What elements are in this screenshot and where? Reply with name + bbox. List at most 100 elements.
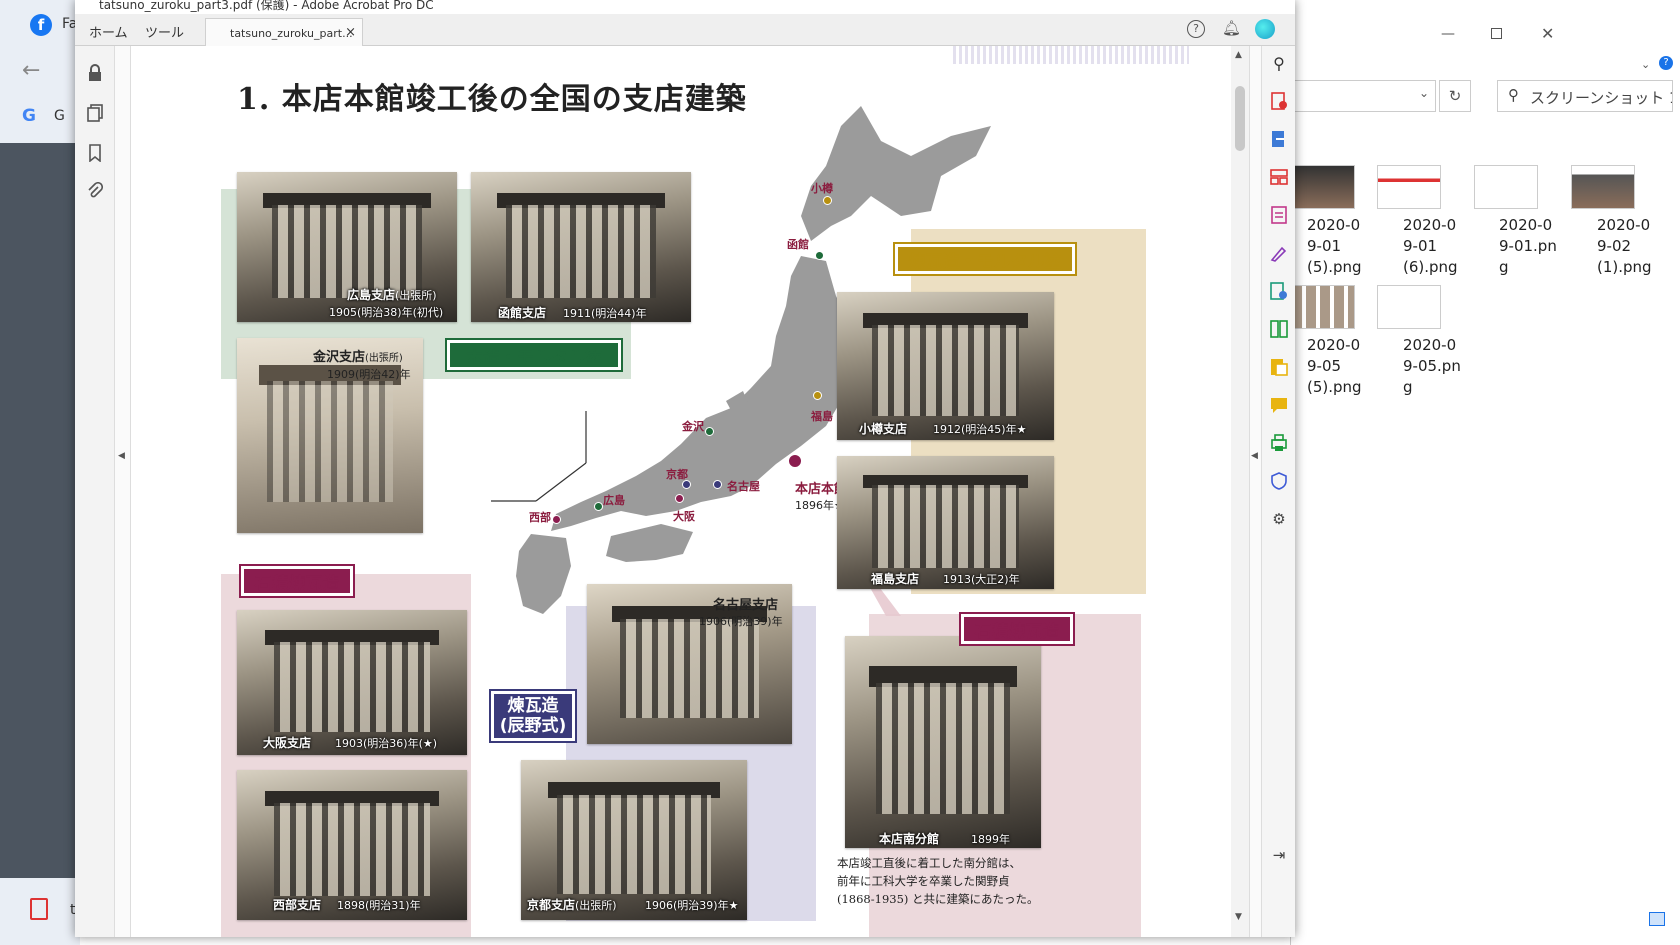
year-kanazawa: 1909(明治42)年 (327, 368, 411, 381)
map-label-saibu: 西部 (529, 511, 551, 524)
file-item[interactable]: 2020-0 9-01.pn g (1499, 215, 1579, 278)
fill-sign-icon[interactable] (1266, 240, 1292, 266)
address-bar[interactable] (1291, 80, 1436, 112)
map-label-kyoto: 京都 (666, 468, 688, 481)
print-production-icon[interactable] (1266, 430, 1292, 456)
kyushu-shape (516, 534, 571, 614)
export-pdf-icon[interactable] (1266, 126, 1292, 152)
tag-stone-brick-right: 石積煉瓦造 (959, 612, 1075, 646)
menu-home[interactable]: ホーム (89, 22, 128, 41)
view-toggle-icon[interactable] (1649, 912, 1665, 926)
help-icon[interactable]: ? (1187, 20, 1205, 38)
compare-icon[interactable] (1266, 316, 1292, 342)
maximize-icon[interactable] (1491, 28, 1502, 39)
combine-icon[interactable] (1266, 354, 1292, 380)
caption-otaru: 小樽支店 (859, 422, 908, 436)
google-label-fragment: G (54, 108, 65, 124)
collapse-left-icon[interactable]: ◀ (118, 451, 125, 461)
file-explorer: — ✕ ⌄ ⌄ ↻ ⚲ スクリーンショット 1... ? 2020-0 9-01… (1290, 0, 1680, 945)
zoom-search-icon[interactable]: ⚲ (1266, 50, 1292, 76)
header-decoration (953, 46, 1189, 64)
search-input[interactable]: ⚲ スクリーンショット 1... (1497, 80, 1673, 112)
lock-icon[interactable] (82, 60, 108, 86)
request-signature-icon[interactable] (1266, 278, 1292, 304)
tag-brick-mortar: 煉瓦造・モルタル塗 (893, 242, 1077, 276)
file-item[interactable]: 2020-0 9-05.pn g (1403, 335, 1483, 398)
bookmark-icon[interactable] (82, 140, 108, 166)
attachment-icon[interactable] (82, 178, 108, 204)
file-item[interactable]: 2020-0 9-05 (5).png (1307, 335, 1387, 398)
back-arrow-icon[interactable]: ← (22, 58, 40, 83)
refresh-button[interactable]: ↻ (1439, 80, 1471, 112)
map-dot-honkan (788, 454, 802, 468)
map-label-otaru: 小樽 (811, 182, 833, 195)
thumbnail-6[interactable] (1377, 285, 1441, 329)
left-panel-collapse[interactable]: ◀ (115, 46, 131, 937)
caption-hiroshima: 広島支店(出張所) (347, 288, 437, 302)
note-line-2: 前年に工科大学を卒業した関野貞 (837, 874, 1010, 888)
organize-pages-icon[interactable] (1266, 164, 1292, 190)
thumbnail-4[interactable] (1571, 165, 1635, 209)
year-osaka: 1903(明治36)年(★) (335, 737, 438, 750)
scroll-thumb[interactable] (1235, 86, 1245, 151)
thumbnail-2[interactable] (1377, 165, 1441, 209)
pages-icon[interactable] (82, 100, 108, 126)
google-icon[interactable]: G (22, 106, 36, 126)
address-dropdown-icon[interactable]: ⌄ (1419, 86, 1429, 100)
protect-icon[interactable] (1266, 468, 1292, 494)
right-panel-collapse[interactable]: ◀ (1249, 46, 1261, 937)
acrobat-window: tatsuno_zuroku_part3.pdf (保護) - Adobe Ac… (75, 0, 1295, 937)
map-label-osaka: 大阪 (673, 510, 695, 523)
create-pdf-icon[interactable] (1266, 88, 1292, 114)
tag-stone-brick-left: 石積煉瓦造 (239, 564, 355, 598)
pdf-page: 1. 本店本館竣工後の全国の支店建築 小樽 函館 福島 金沢 京都 名古屋 広島… (131, 46, 1231, 937)
more-tools-icon[interactable]: ⚙ (1266, 506, 1292, 532)
document-tab[interactable]: tatsuno_zuroku_part... × (205, 18, 363, 46)
comment-icon[interactable] (1266, 392, 1292, 418)
thumbnail-5[interactable] (1291, 285, 1355, 329)
year-minami: 1899年 (971, 833, 1010, 846)
minimize-icon[interactable]: — (1441, 26, 1455, 42)
chevron-down-icon[interactable]: ⌄ (1641, 58, 1650, 71)
scroll-down-icon[interactable]: ▼ (1235, 912, 1242, 922)
search-icon: ⚲ (1508, 86, 1519, 104)
map-label-hiroshima: 広島 (603, 494, 625, 507)
facebook-icon[interactable]: f (30, 14, 52, 36)
map-dot-otaru (823, 196, 832, 205)
menu-tools[interactable]: ツール (145, 22, 184, 41)
avatar[interactable] (1255, 19, 1275, 39)
map-dot-hiroshima (594, 502, 603, 511)
tag-wood-mortar: 木造・モルタル塗 (445, 338, 623, 372)
bell-icon[interactable]: 🔔︎ (1222, 19, 1241, 37)
map-dot-kanazawa (705, 427, 714, 436)
photo-otaru (837, 292, 1054, 440)
scroll-up-icon[interactable]: ▲ (1235, 50, 1242, 60)
shikoku-shape (606, 524, 693, 562)
pdf-taskbar-icon[interactable] (30, 898, 48, 920)
vertical-scrollbar[interactable]: ▲ ▼ (1231, 46, 1249, 937)
collapse-right-icon[interactable]: ◀ (1251, 451, 1258, 461)
file-item[interactable]: 2020-0 9-02 (1).png (1597, 215, 1677, 278)
thumbnail-1[interactable] (1291, 165, 1355, 209)
note-line-1: 本店竣工直後に着工した南分館は、 (837, 856, 1021, 870)
close-icon[interactable]: ✕ (1541, 24, 1554, 43)
edit-pdf-icon[interactable] (1266, 202, 1292, 228)
caption-saibu: 西部支店 (273, 898, 322, 912)
minami-note: 本店竣工直後に着工した南分館は、 前年に工科大学を卒業した関野貞 (1868-1… (837, 854, 1051, 908)
help-icon[interactable]: ? (1659, 56, 1673, 70)
file-item[interactable]: 2020-0 9-01 (5).png (1307, 215, 1387, 278)
map-label-nagoya: 名古屋 (727, 480, 760, 493)
background-browser: f Fa ← G G t (0, 0, 80, 945)
tab-close-icon[interactable]: × (345, 25, 356, 40)
collapse-pane-icon[interactable]: ⇥ (1266, 842, 1292, 868)
thumbnail-3[interactable] (1474, 165, 1538, 209)
tag-tatsuno-brick: 煉瓦造 (辰野式) (489, 689, 577, 743)
photo-hakodate (471, 172, 691, 322)
photo-minami (845, 636, 1041, 848)
caption-kanazawa: 金沢支店(出張所) (313, 350, 403, 365)
map-dot-osaka (675, 494, 684, 503)
file-item[interactable]: 2020-0 9-01 (6).png (1403, 215, 1483, 278)
caption-minami: 本店南分館 (879, 832, 940, 846)
map-label-kanazawa: 金沢 (682, 420, 704, 433)
caption-nagoya: 名古屋支店 (713, 598, 779, 613)
